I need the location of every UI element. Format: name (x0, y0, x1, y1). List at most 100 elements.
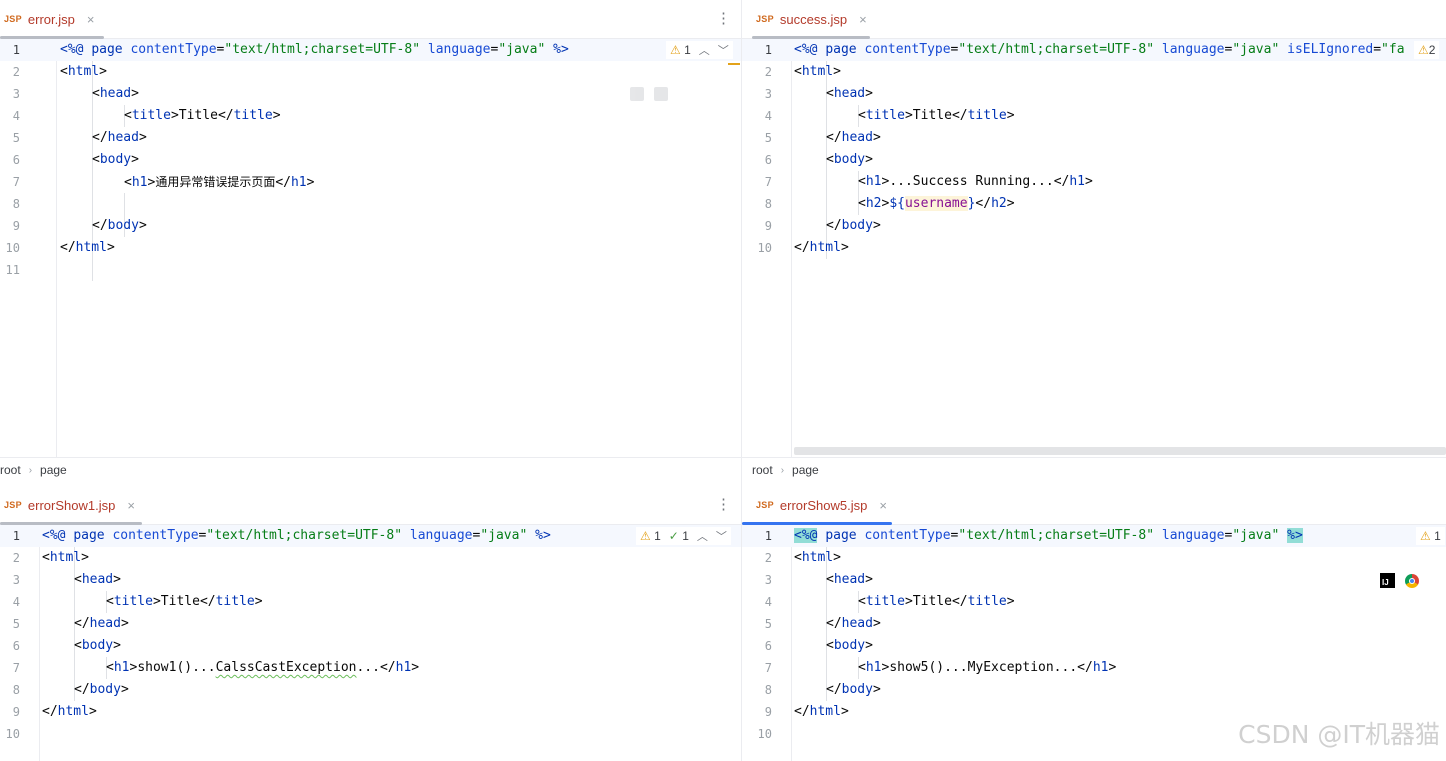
code-line: 2 <html> (764, 550, 841, 565)
brace-match-highlight: <%@ (794, 528, 818, 543)
breadcrumb: root › page (742, 457, 1446, 482)
code-line: 5 </head> (764, 130, 881, 145)
el-variable[interactable]: username (904, 196, 968, 211)
code-line: 10 </html> (5, 240, 115, 255)
code-line: 8 </body> (12, 682, 129, 697)
tab-success-jsp[interactable]: JSP success.jsp × (752, 0, 877, 39)
code-editor[interactable]: 1 <%@ page contentType="text/html;charse… (742, 39, 1446, 457)
code-line: 10 (5, 727, 20, 741)
code-line: 8 <h2>${username}</h2> (764, 196, 1015, 211)
code-line: 3 <head> (764, 86, 873, 101)
intellij-icon[interactable]: IJ (1380, 573, 1395, 588)
breadcrumb: root › page (0, 457, 741, 482)
code-line: 8 (12, 197, 20, 211)
close-icon[interactable]: × (879, 498, 887, 513)
code-line: 7 <h1>...Success Running...</h1> (764, 174, 1093, 189)
warning-icon: ⚠ (1418, 43, 1429, 57)
watermark: CSDN @IT机器猫 (1238, 720, 1440, 749)
check-icon: ✓ (668, 529, 679, 543)
jsp-file-icon: JSP (756, 14, 774, 24)
warning-count[interactable]: ⚠ 1 (640, 529, 661, 543)
breadcrumb-item-root[interactable]: root (752, 463, 773, 477)
inspection-widget[interactable]: ⚠ 1 ✓ 1 ︿ ﹀ (636, 527, 731, 545)
typo-highlight[interactable]: CalssCastException (216, 660, 357, 675)
browser-icon (654, 87, 668, 101)
chrome-icon[interactable] (1405, 573, 1419, 588)
tab-error-jsp[interactable]: JSP error.jsp × (0, 0, 104, 39)
chevron-up-icon[interactable]: ︿ (699, 42, 710, 58)
code-line: 11 (5, 263, 20, 277)
inspection-widget[interactable]: ⚠ 1 ︿ ﹀ (666, 41, 733, 59)
warning-icon: ⚠ (1420, 529, 1431, 543)
code-line: 2 <html> (764, 64, 841, 79)
horizontal-scrollbar[interactable] (794, 447, 1446, 455)
typo-count[interactable]: ✓ 1 (669, 529, 689, 543)
editor-pane-error-jsp: JSP error.jsp × ⋮ 1 <%@ page contentType… (0, 0, 741, 482)
code-line: 6 <body> (12, 152, 139, 167)
warning-count[interactable]: ⚠ 1 (1420, 529, 1441, 543)
breadcrumb-item-page[interactable]: page (40, 463, 67, 477)
browser-preview-toolbar: IJ (1380, 573, 1419, 588)
breadcrumb-item-page[interactable]: page (792, 463, 819, 477)
breadcrumb-item-root[interactable]: root (0, 463, 21, 477)
more-options-icon[interactable]: ⋮ (716, 495, 731, 513)
tab-errorshow1-jsp[interactable]: JSP errorShow1.jsp × (0, 486, 145, 525)
jsp-file-icon: JSP (4, 14, 22, 24)
inspection-widget[interactable]: ⚠2 (1414, 41, 1440, 59)
code-line: 9 </body> (764, 218, 881, 233)
code-line: 9 </html> (12, 704, 97, 719)
code-line: 4 <title>Title</title> (764, 108, 1015, 123)
code-line: 4 <title>Title</title> (12, 594, 263, 609)
tab-bar: JSP error.jsp × ⋮ (0, 0, 741, 39)
tab-bar: JSP errorShow1.jsp × ⋮ (0, 486, 741, 525)
floating-toolbar (630, 87, 668, 101)
code-line: 8 </body> (764, 682, 881, 697)
code-text: <%@ page contentType="text/html;charset=… (60, 42, 569, 57)
tab-label: success.jsp (779, 11, 848, 27)
code-line: 4 <title>Title</title> (12, 108, 281, 123)
code-line: 5 </head> (12, 130, 147, 145)
ij-icon (630, 87, 644, 101)
code-line: 1 <%@ page contentType="text/html;charse… (0, 525, 741, 547)
code-line: 2 <html> (12, 550, 89, 565)
code-editor[interactable]: 1 <%@ page contentType="text/html;charse… (0, 525, 741, 761)
code-line: 5 </head> (764, 616, 881, 631)
tab-bar: JSP errorShow5.jsp × (742, 486, 1446, 525)
warning-count[interactable]: ⚠2 (1418, 43, 1435, 57)
code-line: 1 <%@ page contentType="text/html;charse… (742, 525, 1446, 547)
code-line: 1 <%@ page contentType="text/html;charse… (742, 39, 1446, 61)
code-line: 5 </head> (12, 616, 129, 631)
code-line: 4 <title>Title</title> (764, 594, 1015, 609)
code-line: 3 <head> (12, 572, 121, 587)
tab-errorshow5-jsp[interactable]: JSP errorShow5.jsp × (742, 486, 897, 525)
code-line: 10 </html> (757, 240, 849, 255)
warning-icon: ⚠ (640, 529, 651, 543)
code-line: 2 <html> (12, 64, 107, 79)
line-number: 1 (12, 43, 20, 57)
chevron-right-icon: › (28, 464, 33, 476)
code-line: 3 <head> (764, 572, 873, 587)
code-line: 7 <h1>show1()...CalssCastException...</h1… (12, 660, 420, 675)
jsp-file-icon: JSP (756, 500, 774, 510)
code-line: 7 <h1>show5()...MyException...</h1> (764, 660, 1117, 675)
chevron-down-icon[interactable]: ﹀ (716, 528, 727, 544)
inspection-widget[interactable]: ⚠ 1 (1416, 527, 1445, 545)
brace-match-highlight: %> (1287, 528, 1303, 543)
code-line: 1 <%@ page contentType="text/html;charse… (0, 39, 741, 61)
code-editor[interactable]: 1 <%@ page contentType="text/html;charse… (0, 39, 741, 457)
code-line: 6 <body> (12, 638, 121, 653)
code-line: 6 <body> (764, 152, 873, 167)
code-line: 7 <h1>通用异常错误提示页面</h1> (12, 175, 315, 190)
code-line: 9 </body> (12, 218, 147, 233)
code-line: 6 <body> (764, 638, 873, 653)
tab-bar: JSP success.jsp × (742, 0, 1446, 39)
close-icon[interactable]: × (87, 12, 95, 27)
close-icon[interactable]: × (127, 498, 135, 513)
chevron-down-icon[interactable]: ﹀ (718, 42, 729, 58)
chevron-up-icon[interactable]: ︿ (697, 528, 708, 544)
warning-stripe-marker[interactable] (728, 63, 740, 65)
more-options-icon[interactable]: ⋮ (716, 9, 731, 27)
tab-label: errorShow5.jsp (779, 497, 868, 513)
warning-count[interactable]: ⚠ 1 (670, 43, 691, 57)
close-icon[interactable]: × (859, 12, 867, 27)
